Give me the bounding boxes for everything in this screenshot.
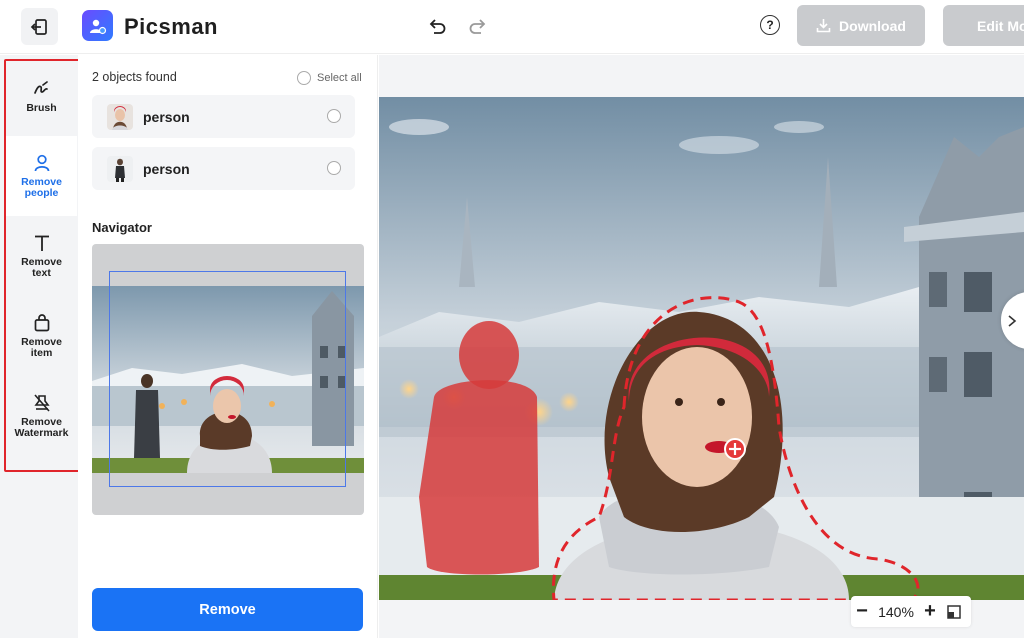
tool-remove-text[interactable]: Remove text: [6, 216, 77, 296]
navigator-viewport[interactable]: [109, 271, 346, 487]
remove-button[interactable]: Remove: [92, 588, 363, 631]
select-all-radio[interactable]: [297, 71, 311, 85]
app-name: Picsman: [124, 14, 218, 39]
navigator-title: Navigator: [92, 220, 152, 235]
tool-remove-people[interactable]: Remove people: [6, 136, 77, 216]
tool-remove-watermark-label-2: Watermark: [14, 427, 69, 439]
tool-brush-label: Brush: [26, 101, 57, 114]
objects-panel: 2 objects found Select all person person…: [78, 55, 378, 638]
tool-remove-text-label-2: text: [32, 267, 51, 279]
top-bar: Picsman ? Download Edit Mo: [0, 0, 1024, 54]
undo-button[interactable]: [426, 15, 448, 37]
editor-canvas: [379, 55, 1024, 638]
fit-screen-button[interactable]: [941, 596, 967, 627]
redo-button[interactable]: [467, 15, 489, 37]
watermark-icon: [33, 394, 50, 412]
download-label: Download: [839, 17, 906, 34]
download-icon: [816, 19, 831, 33]
tool-remove-people-label-2: people: [24, 187, 59, 199]
select-all-label: Select all: [317, 72, 362, 84]
redo-icon: [469, 19, 486, 34]
help-button[interactable]: ?: [760, 15, 780, 35]
object-item[interactable]: person: [92, 95, 355, 138]
brush-icon: [33, 80, 48, 94]
select-all-toggle[interactable]: Select all: [297, 71, 362, 85]
chevron-right-icon: [1008, 314, 1017, 327]
object-label: person: [143, 160, 190, 177]
tool-brush[interactable]: Brush: [6, 56, 77, 136]
zoom-in-button[interactable]: +: [919, 596, 941, 627]
edited-photo[interactable]: [379, 97, 1024, 600]
edit-more-button[interactable]: Edit Mo: [943, 5, 1024, 46]
download-button[interactable]: Download: [797, 5, 925, 46]
tool-remove-item[interactable]: Remove item: [6, 296, 77, 376]
fit-screen-icon: [947, 604, 961, 619]
object-thumbnail: [107, 155, 133, 182]
zoom-out-button[interactable]: −: [851, 596, 873, 627]
navigator-preview[interactable]: [92, 244, 364, 515]
text-icon: [34, 235, 49, 251]
edit-more-label: Edit Mo: [977, 17, 1024, 34]
tool-remove-watermark[interactable]: Remove Watermark: [6, 376, 77, 456]
tool-remove-item-label-2: item: [30, 347, 53, 359]
exit-button[interactable]: [21, 8, 58, 45]
person-icon: [34, 154, 49, 172]
object-thumbnail: [107, 103, 133, 130]
app-logo: [82, 10, 113, 41]
zoom-control: − 140% +: [851, 596, 971, 627]
object-item[interactable]: person: [92, 147, 355, 190]
zoom-level: 140%: [878, 603, 914, 620]
object-radio[interactable]: [327, 161, 341, 175]
undo-icon: [429, 19, 446, 34]
objects-found-text: 2 objects found: [92, 70, 177, 84]
object-radio[interactable]: [327, 109, 341, 123]
bag-icon: [34, 314, 49, 332]
object-label: person: [143, 108, 190, 125]
exit-icon: [30, 18, 47, 35]
